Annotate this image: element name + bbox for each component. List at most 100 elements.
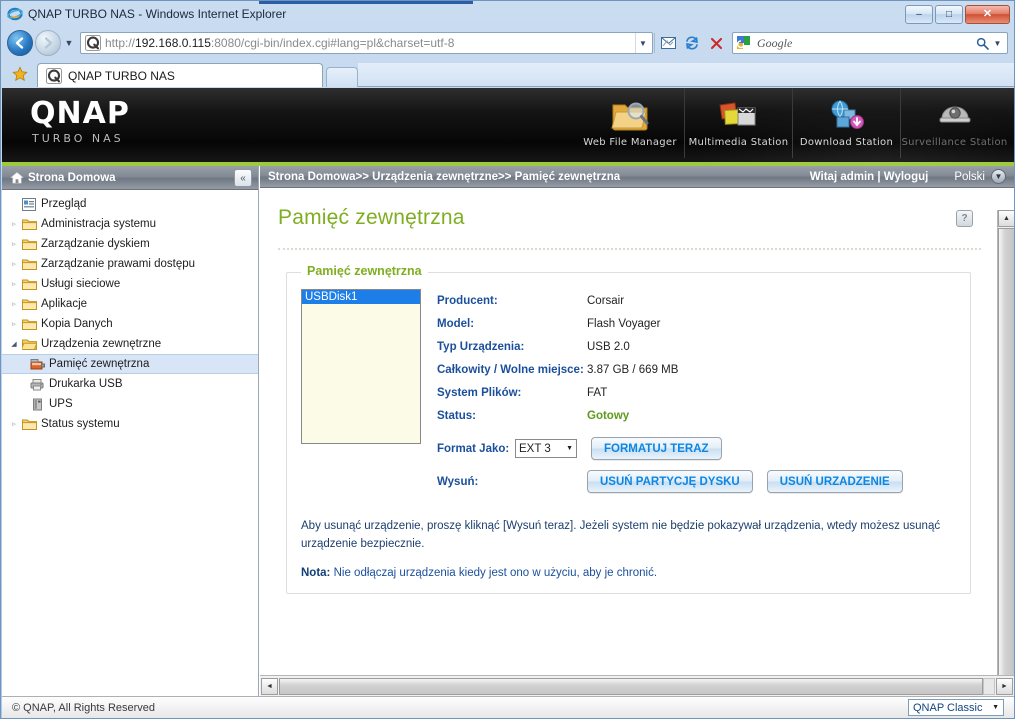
tree-arrow: ▹ (12, 221, 16, 228)
browser-tab[interactable]: QNAP TURBO NAS (37, 63, 323, 87)
star-icon (12, 66, 28, 82)
app-label: Download Station (799, 137, 894, 148)
device-listbox[interactable]: USBDisk1 (301, 289, 421, 444)
address-scheme: http:// (105, 36, 136, 50)
remove-device-button[interactable]: USUŃ URZADZENIE (766, 470, 903, 493)
info-row-system-plikow: System Plików: FAT (437, 381, 956, 404)
window-controls: – □ ✕ (905, 5, 1010, 24)
external-storage-icon (28, 358, 46, 371)
banner-app-shortcuts: Web File Manager Multimedia Station Down… (576, 88, 1008, 160)
address-input[interactable]: http://192.168.0.115:8080/cgi-bin/index.… (105, 36, 635, 50)
sidebar-collapse-button[interactable]: « (234, 169, 252, 187)
sidebar-item-kopia-danych[interactable]: ▹ Kopia Danych (2, 314, 258, 334)
app-web-file-manager[interactable]: Web File Manager (576, 88, 684, 158)
sidebar-item-pamiec-zewnetrzna[interactable]: Pamięć zewnętrzna (2, 354, 258, 374)
info-row-status: Status: Gotowy (437, 404, 956, 427)
tree-arrow: ▹ (12, 241, 16, 248)
info-value: FAT (587, 386, 608, 399)
breadcrumb-bar: Strona Domowa>> Urządzenia zewnętrzne>> … (260, 166, 1014, 188)
language-label[interactable]: Polski (954, 171, 985, 183)
address-path: :8080/cgi-bin/index.cgi#lang=pl&charset=… (210, 36, 455, 50)
sidebar-item-przeglad[interactable]: Przegląd (2, 194, 258, 214)
media-photos-icon (718, 96, 760, 134)
format-now-button[interactable]: FORMATUJ TERAZ (591, 437, 722, 460)
search-icon[interactable] (973, 37, 991, 50)
sidebar-item-label: Zarządzanie dyskiem (41, 238, 150, 250)
folder-open-icon (20, 338, 38, 350)
qnap-banner: QNAP TURBO NAS Web File Manager Multimed… (2, 88, 1014, 166)
compatibility-view-button[interactable] (656, 31, 680, 55)
minimize-button[interactable]: – (905, 5, 933, 24)
sidebar-item-label: Administracja systemu (41, 218, 157, 230)
sidebar-item-zarzadzanie-dyskiem[interactable]: ▹ Zarządzanie dyskiem (2, 234, 258, 254)
forward-button[interactable] (35, 30, 61, 56)
filesystem-select[interactable]: EXT 3 ▼ (515, 439, 577, 458)
tree-arrow: ▹ (12, 261, 16, 268)
sidebar-item-label: Status systemu (41, 418, 120, 430)
refresh-button[interactable] (680, 31, 704, 55)
folder-icon (20, 258, 38, 270)
forward-arrow-icon (44, 37, 53, 49)
triangle-left-icon: ◄ (266, 682, 273, 690)
tab-strip-filler (358, 63, 1014, 87)
address-dropdown-icon[interactable]: ▼ (635, 33, 650, 53)
sidebar-item-urzadzenia-zewnetrzne[interactable]: ◢ Urządzenia zewnętrzne (2, 334, 258, 354)
breadcrumb[interactable]: Strona Domowa>> Urządzenia zewnętrzne>> … (268, 171, 620, 183)
navigation-tree: Przegląd ▹ Administracja systemu ▹ Zarzą… (2, 190, 258, 434)
sidebar-item-uslugi-sieciowe[interactable]: ▹ Usługi sieciowe (2, 274, 258, 294)
sidebar-item-status-systemu[interactable]: ▹ Status systemu (2, 414, 258, 434)
sidebar-item-ups[interactable]: UPS (2, 394, 258, 414)
stop-x-icon (710, 37, 722, 49)
back-button[interactable] (7, 30, 33, 56)
sidebar-item-label: Urządzenia zewnętrzne (41, 338, 162, 350)
tree-arrow: ▹ (12, 421, 16, 428)
language-dropdown-icon[interactable]: ▼ (991, 169, 1006, 184)
sidebar-item-drukarka-usb[interactable]: Drukarka USB (2, 374, 258, 394)
remove-partition-button[interactable]: USUŃ PARTYCJĘ DYSKU (587, 470, 753, 493)
info-label: System Plików: (437, 386, 522, 399)
title-bar: QNAP TURBO NAS - Windows Internet Explor… (1, 1, 1014, 27)
scroll-left-button[interactable]: ◄ (261, 677, 278, 695)
welcome-logout-text[interactable]: Witaj admin | Wyloguj (810, 171, 929, 183)
sidebar-item-label: Przegląd (41, 198, 87, 210)
sidebar-item-zarzadzanie-prawami-dostepu[interactable]: ▹ Zarządzanie prawami dostępu (2, 254, 258, 274)
search-dropdown-icon[interactable]: ▼ (991, 39, 1004, 48)
sidebar-title: Strona Domowa (28, 171, 116, 184)
horizontal-scrollbar[interactable]: ◄ ► (260, 675, 1014, 696)
new-tab-button[interactable] (326, 67, 358, 87)
scroll-up-button[interactable]: ▲ (998, 210, 1014, 227)
info-value: Flash Voyager (587, 317, 661, 330)
info-row-calkowity-wolne-miejsce: Całkowity / Wolne miejsce: 3.87 GB / 669… (437, 358, 956, 381)
scroll-right-button[interactable]: ► (996, 677, 1013, 695)
maximize-button[interactable]: □ (935, 5, 963, 24)
search-bar[interactable]: Google ▼ (732, 32, 1008, 54)
address-bar[interactable]: http://192.168.0.115:8080/cgi-bin/index.… (80, 32, 653, 54)
sidebar-item-administracja-systemu[interactable]: ▹ Administracja systemu (2, 214, 258, 234)
chevron-down-icon: ▼ (992, 704, 999, 711)
note-prefix: Nota: (301, 567, 331, 579)
search-input[interactable]: Google (757, 36, 973, 51)
close-button[interactable]: ✕ (965, 5, 1010, 24)
sidebar-item-aplikacje[interactable]: ▹ Aplikacje (2, 294, 258, 314)
eject-row: Wysuń: USUŃ PARTYCJĘ DYSKU USUŃ URZADZEN… (437, 470, 956, 493)
vertical-scrollbar-thumb[interactable] (998, 228, 1014, 683)
page-viewport: QNAP TURBO NAS Web File Manager Multimed… (2, 88, 1014, 718)
folder-icon (20, 418, 38, 430)
history-dropdown-button[interactable]: ▼ (61, 30, 77, 56)
info-label: Typ Urządzenia: (437, 340, 525, 353)
info-value: USB 2.0 (587, 340, 630, 353)
help-icon[interactable]: ? (956, 210, 973, 227)
app-surveillance-station[interactable]: Surveillance Station (900, 88, 1008, 158)
home-icon (10, 171, 24, 185)
vertical-scrollbar[interactable]: ▲ ▼ (997, 210, 1014, 697)
list-item[interactable]: USBDisk1 (302, 290, 420, 304)
horizontal-scrollbar-thumb[interactable] (279, 677, 983, 695)
app-multimedia-station[interactable]: Multimedia Station (684, 88, 792, 158)
refresh-icon (686, 36, 698, 50)
app-download-station[interactable]: Download Station (792, 88, 900, 158)
stop-button[interactable] (704, 31, 728, 55)
internet-explorer-window: QNAP TURBO NAS - Windows Internet Explor… (0, 0, 1015, 719)
sidebar-item-label: Pamięć zewnętrzna (49, 358, 150, 370)
favorites-button[interactable] (7, 63, 33, 85)
qnap-logo: QNAP (30, 96, 130, 131)
